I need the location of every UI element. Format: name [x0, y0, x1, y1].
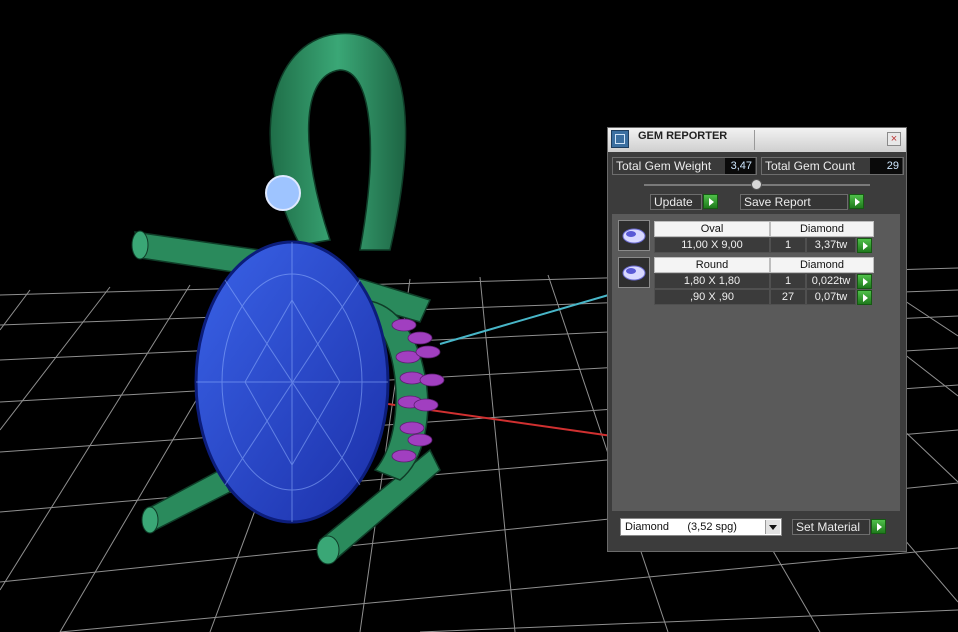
update-go-icon[interactable] — [703, 194, 718, 209]
round-gem-icon — [618, 257, 650, 288]
gem-count-cell: 27 — [770, 289, 806, 305]
set-material-button[interactable]: Set Material — [792, 519, 870, 535]
gem-weight-cell: 0,022tw — [806, 273, 856, 289]
gem-count-cell: 1 — [770, 237, 806, 253]
panel-titlebar[interactable]: GEM REPORTER × — [608, 128, 906, 152]
titlebar-divider — [754, 130, 755, 150]
z-axis-line — [439, 293, 613, 345]
splitter-handle[interactable] — [751, 179, 762, 190]
panel-title: GEM REPORTER — [638, 130, 728, 142]
gem-shape-header: Round — [654, 257, 770, 273]
update-button[interactable]: Update — [650, 194, 702, 210]
close-icon[interactable]: × — [887, 132, 901, 146]
gem-count-cell: 1 — [770, 273, 806, 289]
total-gem-weight-field: Total Gem Weight 3,47 — [612, 157, 757, 175]
total-gem-count-field: Total Gem Count 29 — [761, 157, 904, 175]
gem-size-cell: ,90 X ,90 — [654, 289, 770, 305]
gem-reporter-panel: GEM REPORTER × Total Gem Weight 3,47 Tot… — [607, 127, 907, 552]
dropdown-arrow-icon[interactable] — [765, 520, 780, 534]
gem-size-cell: 1,80 X 1,80 — [654, 273, 770, 289]
total-gem-count-value: 29 — [870, 158, 902, 174]
material-select[interactable]: Diamond (3,52 spg) — [620, 518, 782, 536]
save-report-go-icon[interactable] — [849, 194, 864, 209]
select-row-go-icon[interactable] — [857, 290, 872, 305]
bail-loop — [269, 32, 407, 251]
total-gem-weight-value: 3,47 — [725, 158, 755, 174]
gem-material-header: Diamond — [770, 221, 874, 237]
pendant-model[interactable] — [131, 32, 445, 565]
oval-gem-icon — [618, 220, 650, 251]
select-row-go-icon[interactable] — [857, 238, 872, 253]
total-gem-weight-label: Total Gem Weight — [616, 159, 712, 173]
select-row-go-icon[interactable] — [857, 274, 872, 289]
total-gem-count-label: Total Gem Count — [765, 159, 856, 173]
gem-material-header: Diamond — [770, 257, 874, 273]
gem-report-list: Oval Diamond 11,00 X 9,00 1 3,37tw Round… — [612, 214, 900, 511]
gem-shape-header: Oval — [654, 221, 770, 237]
gem-weight-cell: 3,37tw — [806, 237, 856, 253]
gem-weight-cell: 0,07tw — [806, 289, 856, 305]
set-material-go-icon[interactable] — [871, 519, 886, 534]
gem-size-cell: 11,00 X 9,00 — [654, 237, 770, 253]
material-select-value: Diamond (3,52 spg) — [625, 521, 737, 533]
round-accent-gem — [265, 175, 301, 211]
gem-reporter-app-icon — [611, 130, 629, 148]
save-report-button[interactable]: Save Report — [740, 194, 848, 210]
